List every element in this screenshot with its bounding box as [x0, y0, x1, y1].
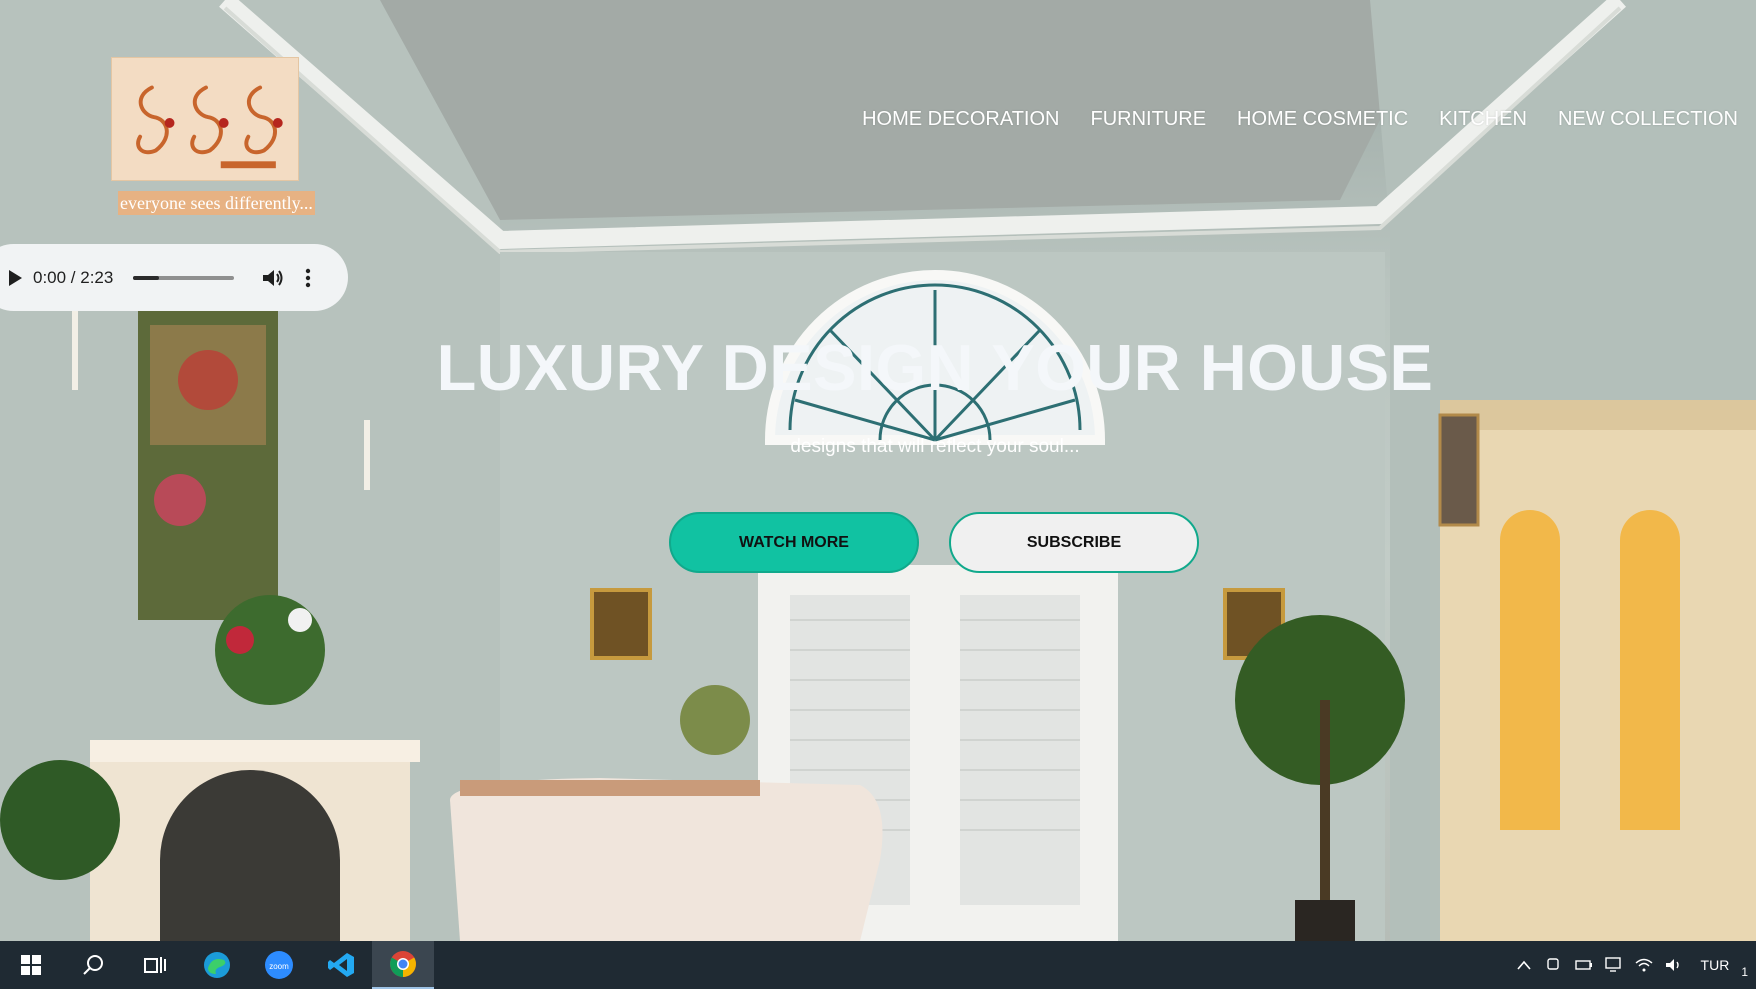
vscode-icon[interactable] [310, 941, 372, 989]
chrome-icon[interactable] [372, 941, 434, 989]
battery-icon[interactable] [1574, 956, 1593, 974]
windows-taskbar: zoom TUR 1 [0, 941, 1756, 989]
edge-icon[interactable] [186, 941, 248, 989]
audio-progress-fill [133, 275, 159, 280]
nav-furniture[interactable]: FURNITURE [1091, 108, 1207, 131]
main-nav: HOME DECORATION FURNITURE HOME COSMETIC … [862, 108, 1738, 131]
language-indicator[interactable]: TUR [1701, 957, 1730, 973]
search-icon[interactable] [62, 941, 124, 989]
chevron-up-icon[interactable] [1515, 956, 1533, 974]
nav-home-cosmetic[interactable]: HOME COSMETIC [1237, 108, 1408, 131]
zoom-icon[interactable]: zoom [248, 941, 310, 989]
watch-more-button[interactable]: WATCH MORE [669, 512, 919, 573]
task-view-icon[interactable] [124, 941, 186, 989]
more-options-icon[interactable] [298, 265, 318, 291]
display-icon[interactable] [1604, 956, 1623, 974]
subscribe-button[interactable]: SUBSCRIBE [949, 512, 1199, 573]
hero-title: LUXURY DESIGN YOUR HOUSE [436, 331, 1434, 404]
audio-player[interactable]: 0:00 / 2:23 [0, 244, 348, 311]
logo-tagline: everyone sees differently... [118, 191, 315, 215]
meet-now-icon[interactable] [1545, 956, 1563, 974]
nav-home-decoration[interactable]: HOME DECORATION [862, 108, 1059, 131]
system-tray: TUR 1 [1515, 941, 1756, 989]
hero-subtitle: designs that will reflect your soul... [790, 436, 1080, 457]
nav-kitchen[interactable]: KITCHEN [1439, 108, 1527, 131]
site-logo[interactable] [111, 57, 299, 181]
speaker-icon[interactable] [1665, 956, 1683, 974]
audio-time: 0:00 / 2:23 [33, 267, 114, 287]
logo-emblem [136, 85, 283, 169]
nav-new-collection[interactable]: NEW COLLECTION [1558, 108, 1738, 131]
play-icon[interactable] [0, 263, 30, 293]
windows-start-icon[interactable] [0, 941, 62, 989]
wifi-icon[interactable] [1635, 956, 1653, 974]
clock[interactable]: 1 [1741, 965, 1748, 979]
svg-text:zoom: zoom [269, 962, 289, 971]
volume-icon[interactable] [260, 265, 286, 291]
audio-progress-slider[interactable] [133, 275, 235, 280]
